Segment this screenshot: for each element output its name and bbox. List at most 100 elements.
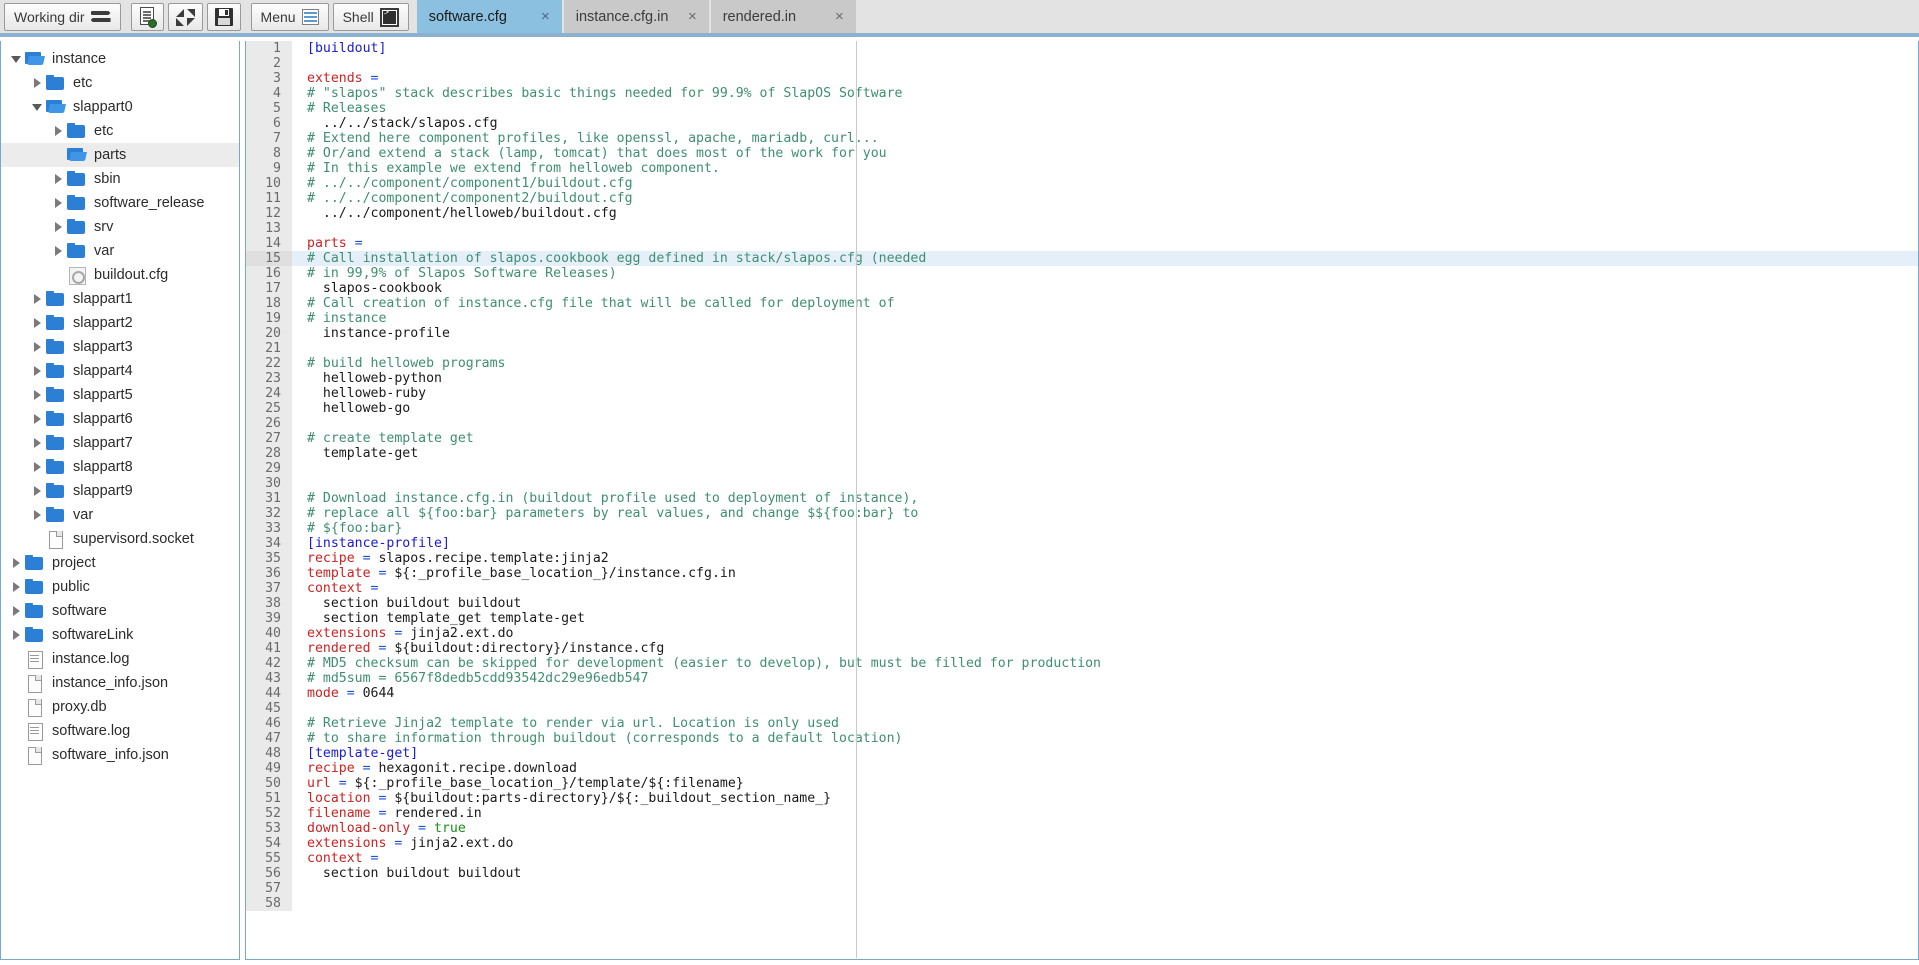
chevron-right-icon[interactable] (9, 579, 25, 595)
code-line[interactable]: 58 (246, 896, 1918, 911)
tree-item-project[interactable]: project (1, 551, 239, 575)
chevron-right-icon[interactable] (51, 219, 67, 235)
tree-item-instance-info-json[interactable]: instance_info.json (1, 671, 239, 695)
tab-software-cfg[interactable]: software.cfg × (416, 0, 562, 33)
tree-item-instance-log[interactable]: instance.log (1, 647, 239, 671)
code-line[interactable]: 34 [instance-profile] (246, 536, 1918, 551)
code-line[interactable]: 6 ../../stack/slapos.cfg (246, 116, 1918, 131)
tree-item-public[interactable]: public (1, 575, 239, 599)
tab-close-icon[interactable]: × (835, 9, 844, 24)
chevron-right-icon[interactable] (30, 315, 46, 331)
tree-item-slappart4[interactable]: slappart4 (1, 359, 239, 383)
tree-item-slappart7[interactable]: slappart7 (1, 431, 239, 455)
code-line[interactable]: 9 # In this example we extend from hellow… (246, 161, 1918, 176)
code-line[interactable]: 23 helloweb-python (246, 371, 1918, 386)
code-line[interactable]: 30 (246, 476, 1918, 491)
code-editor[interactable]: 1 [buildout] 2 3 extends = 4 # "slapos" stack … (245, 41, 1919, 960)
chevron-down-icon[interactable] (30, 99, 46, 115)
tab-close-icon[interactable]: × (688, 9, 697, 24)
code-line[interactable]: 12 ../../component/helloweb/buildout.cfg (246, 206, 1918, 221)
chevron-right-icon[interactable] (30, 435, 46, 451)
code-line[interactable]: 1 [buildout] (246, 41, 1918, 56)
document-check-button[interactable] (130, 3, 164, 31)
code-line[interactable]: 47 # to share information through buildou… (246, 731, 1918, 746)
code-line[interactable]: 32 # replace all ${foo:bar} parameters by… (246, 506, 1918, 521)
chevron-right-icon[interactable] (51, 123, 67, 139)
code-line[interactable]: 57 (246, 881, 1918, 896)
chevron-right-icon[interactable] (30, 483, 46, 499)
chevron-right-icon[interactable] (30, 387, 46, 403)
tree-item-sbin[interactable]: sbin (1, 167, 239, 191)
code-line[interactable]: 3 extends = (246, 71, 1918, 86)
code-line[interactable]: 50 url = ${:_profile_base_location_}/temp… (246, 776, 1918, 791)
code-line[interactable]: 21 (246, 341, 1918, 356)
tab-rendered-in[interactable]: rendered.in × (710, 0, 856, 33)
code-line[interactable]: 18 # Call creation of instance.cfg file t… (246, 296, 1918, 311)
code-line[interactable]: 22 # build helloweb programs (246, 356, 1918, 371)
code-line[interactable]: 52 filename = rendered.in (246, 806, 1918, 821)
tree-item-var[interactable]: var (1, 503, 239, 527)
code-line[interactable]: 41 rendered = ${buildout:directory}/insta… (246, 641, 1918, 656)
code-line[interactable]: 42 # MD5 checksum can be skipped for deve… (246, 656, 1918, 671)
code-line[interactable]: 25 helloweb-go (246, 401, 1918, 416)
chevron-right-icon[interactable] (9, 555, 25, 571)
tree-item-slappart8[interactable]: slappart8 (1, 455, 239, 479)
tree-item-buildout-cfg[interactable]: buildout.cfg (1, 263, 239, 287)
code-line[interactable]: 48 [template-get] (246, 746, 1918, 761)
code-line[interactable]: 35 recipe = slapos.recipe.template:jinja2 (246, 551, 1918, 566)
code-line[interactable]: 7 # Extend here component profiles, like … (246, 131, 1918, 146)
code-line[interactable]: 37 context = (246, 581, 1918, 596)
code-line[interactable]: 43 # md5sum = 6567f8dedb5cdd93542dc29e96e… (246, 671, 1918, 686)
tree-item-var[interactable]: var (1, 239, 239, 263)
chevron-right-icon[interactable] (51, 243, 67, 259)
code-line[interactable]: 45 (246, 701, 1918, 716)
chevron-right-icon[interactable] (30, 411, 46, 427)
code-line[interactable]: 16 # in 99,9% of Slapos Software Releases… (246, 266, 1918, 281)
tree-item-srv[interactable]: srv (1, 215, 239, 239)
code-line[interactable]: 55 context = (246, 851, 1918, 866)
file-tree-sidebar[interactable]: instance etc slappart0 etc parts sbin software… (0, 41, 240, 960)
tree-item-slappart2[interactable]: slappart2 (1, 311, 239, 335)
save-button[interactable] (206, 3, 241, 31)
chevron-right-icon[interactable] (9, 603, 25, 619)
code-line[interactable]: 36 template = ${:_profile_base_location_}… (246, 566, 1918, 581)
tree-item-slappart0[interactable]: slappart0 (1, 95, 239, 119)
code-line[interactable]: 33 # ${foo:bar} (246, 521, 1918, 536)
tree-item-slappart1[interactable]: slappart1 (1, 287, 239, 311)
tree-item-supervisord-socket[interactable]: supervisord.socket (1, 527, 239, 551)
menu-button[interactable]: Menu (250, 3, 329, 31)
code-line[interactable]: 13 (246, 221, 1918, 236)
code-line[interactable]: 11 # ../../component/component2/buildout.… (246, 191, 1918, 206)
code-line[interactable]: 46 # Retrieve Jinja2 template to render v… (246, 716, 1918, 731)
code-line[interactable]: 17 slapos-cookbook (246, 281, 1918, 296)
code-line[interactable]: 27 # create template get (246, 431, 1918, 446)
tree-item-instance[interactable]: instance (1, 47, 239, 71)
chevron-right-icon[interactable] (30, 459, 46, 475)
code-line[interactable]: 2 (246, 56, 1918, 71)
code-content[interactable]: 1 [buildout] 2 3 extends = 4 # "slapos" stack … (246, 41, 1918, 958)
chevron-right-icon[interactable] (30, 339, 46, 355)
tree-item-slappart6[interactable]: slappart6 (1, 407, 239, 431)
code-line[interactable]: 51 location = ${buildout:parts-directory}… (246, 791, 1918, 806)
tree-item-software[interactable]: software (1, 599, 239, 623)
working-dir-button[interactable]: Working dir (4, 3, 121, 31)
tree-item-etc[interactable]: etc (1, 71, 239, 95)
code-line[interactable]: 10 # ../../component/component1/buildout.… (246, 176, 1918, 191)
tree-item-software-log[interactable]: software.log (1, 719, 239, 743)
tree-item-etc[interactable]: etc (1, 119, 239, 143)
code-line[interactable]: 29 (246, 461, 1918, 476)
code-line[interactable]: 28 template-get (246, 446, 1918, 461)
tree-item-proxy-db[interactable]: proxy.db (1, 695, 239, 719)
tab-instance-cfg-in[interactable]: instance.cfg.in × (563, 0, 709, 33)
tree-item-slappart3[interactable]: slappart3 (1, 335, 239, 359)
tree-item-softwarelink[interactable]: softwareLink (1, 623, 239, 647)
chevron-right-icon[interactable] (9, 627, 25, 643)
code-line[interactable]: 31 # Download instance.cfg.in (buildout p… (246, 491, 1918, 506)
code-line[interactable]: 15 # Call installation of slapos.cookbook… (246, 251, 1918, 266)
code-line[interactable]: 54 extensions = jinja2.ext.do (246, 836, 1918, 851)
tree-item-slappart9[interactable]: slappart9 (1, 479, 239, 503)
chevron-right-icon[interactable] (51, 195, 67, 211)
code-line[interactable]: 40 extensions = jinja2.ext.do (246, 626, 1918, 641)
code-line[interactable]: 56 section buildout buildout (246, 866, 1918, 881)
code-line[interactable]: 24 helloweb-ruby (246, 386, 1918, 401)
